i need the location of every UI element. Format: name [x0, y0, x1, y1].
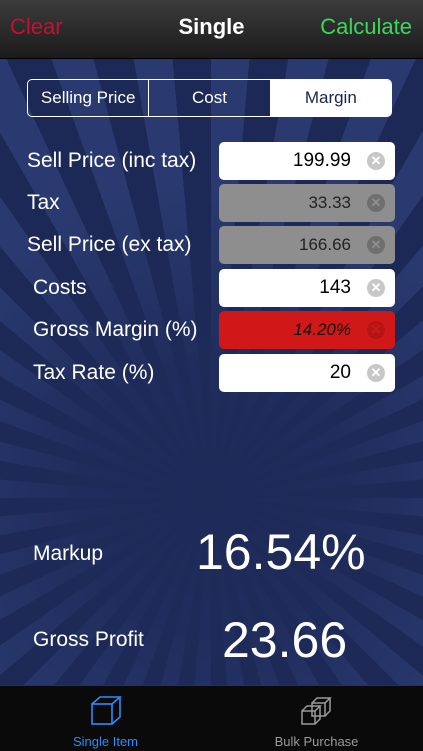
- sell-price-ex-tax-label: Sell Price (ex tax): [27, 233, 192, 256]
- sell-price-ex-tax-row: Sell Price (ex tax) 166.66 ✕: [0, 226, 423, 264]
- tax-field: 33.33 ✕: [219, 184, 395, 222]
- tab-single-item[interactable]: Single Item: [0, 686, 211, 751]
- clear-field-icon[interactable]: ✕: [367, 321, 385, 339]
- gross-margin-value: 14.20%: [293, 320, 351, 339]
- tax-rate-label: Tax Rate (%): [33, 361, 155, 384]
- markup-label: Markup: [33, 542, 104, 565]
- cube-icon: [91, 696, 123, 725]
- segment-margin[interactable]: Margin: [270, 80, 391, 116]
- clear-field-icon[interactable]: ✕: [367, 364, 385, 382]
- clear-field-icon: ✕: [367, 194, 385, 212]
- sell-price-inc-tax-label: Sell Price (inc tax): [27, 149, 197, 172]
- segment-cost[interactable]: Cost: [149, 80, 271, 116]
- clear-button[interactable]: Clear: [10, 14, 63, 40]
- tax-rate-value: 20: [329, 362, 351, 383]
- tax-rate-row: Tax Rate (%) 20 ✕: [0, 354, 423, 392]
- gross-margin-label: Gross Margin (%): [33, 318, 198, 341]
- sell-price-ex-tax-field: 166.66 ✕: [219, 226, 395, 264]
- tab-bar: Single Item Bulk Purchase: [0, 685, 423, 751]
- markup-value: 16.54%: [196, 524, 366, 580]
- costs-label: Costs: [33, 276, 87, 299]
- costs-field[interactable]: 143 ✕: [219, 269, 395, 307]
- sell-price-inc-tax-value: 199.99: [292, 150, 351, 171]
- mode-segmented-control: Selling Price Cost Margin: [27, 79, 392, 117]
- cubes-icon: [301, 697, 332, 725]
- costs-row: Costs 143 ✕: [0, 269, 423, 307]
- tax-label: Tax: [27, 191, 60, 214]
- sell-price-inc-tax-row: Sell Price (inc tax) 199.99 ✕: [0, 142, 423, 180]
- clear-field-icon: ✕: [367, 236, 385, 254]
- sell-price-inc-tax-field[interactable]: 199.99 ✕: [219, 142, 395, 180]
- gross-profit-label: Gross Profit: [33, 628, 144, 651]
- tax-row: Tax 33.33 ✕: [0, 184, 423, 222]
- navigation-bar: Clear Single Calculate: [0, 0, 423, 59]
- segment-selling-price[interactable]: Selling Price: [28, 80, 150, 116]
- calculate-button[interactable]: Calculate: [320, 14, 412, 40]
- tab-single-item-label: Single Item: [72, 734, 139, 749]
- costs-value: 143: [319, 277, 351, 298]
- clear-field-icon[interactable]: ✕: [367, 152, 385, 170]
- sell-price-ex-tax-value: 166.66: [299, 235, 351, 254]
- tax-rate-field[interactable]: 20 ✕: [219, 354, 395, 392]
- tax-value: 33.33: [308, 193, 351, 212]
- gross-profit-value: 23.66: [222, 612, 348, 668]
- gross-margin-row: Gross Margin (%) 14.20% ✕: [0, 311, 423, 349]
- clear-field-icon[interactable]: ✕: [367, 279, 385, 297]
- tab-bulk-purchase[interactable]: Bulk Purchase: [211, 686, 422, 751]
- gross-margin-field[interactable]: 14.20% ✕: [219, 311, 395, 349]
- tab-bulk-purchase-label: Bulk Purchase: [274, 734, 359, 749]
